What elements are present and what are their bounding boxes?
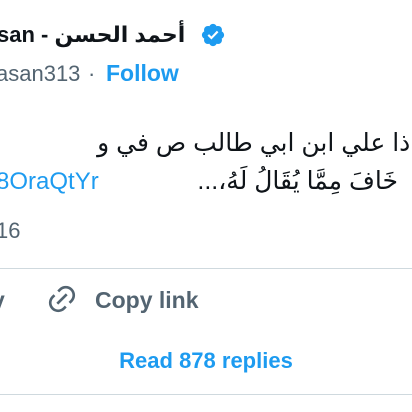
- verified-badge-icon: [201, 23, 225, 47]
- divider-top: [0, 268, 412, 269]
- divider-bottom: [0, 394, 412, 395]
- tweet-timestamp[interactable]: 16: [0, 218, 20, 244]
- tweet-text-line-1: لماذا علي ابن ابي طالب ص في و: [97, 129, 412, 157]
- copy-link-label: Copy link: [95, 287, 199, 313]
- tweet-card: san - أحمد الحسن asan313 · Follow لماذا …: [0, 0, 412, 412]
- reply-action-label[interactable]: y: [0, 287, 5, 314]
- tweet-link[interactable]: 8OraQtYr: [0, 168, 99, 196]
- author-handle[interactable]: asan313: [0, 61, 80, 87]
- follow-button[interactable]: Follow: [106, 60, 179, 87]
- author-name-row: san - أحمد الحسن: [0, 20, 412, 50]
- copy-link-button[interactable]: Copy link: [44, 280, 244, 320]
- author-display-name[interactable]: san - أحمد الحسن: [0, 22, 185, 48]
- link-icon: [48, 285, 76, 313]
- tweet-text-line-2: خَافَ مِمَّا يُقَالُ لَهُ،...: [197, 167, 398, 195]
- read-replies-button[interactable]: Read 878 replies: [0, 330, 412, 380]
- separator-dot: ·: [88, 61, 96, 86]
- read-replies-label: Read 878 replies: [119, 348, 293, 373]
